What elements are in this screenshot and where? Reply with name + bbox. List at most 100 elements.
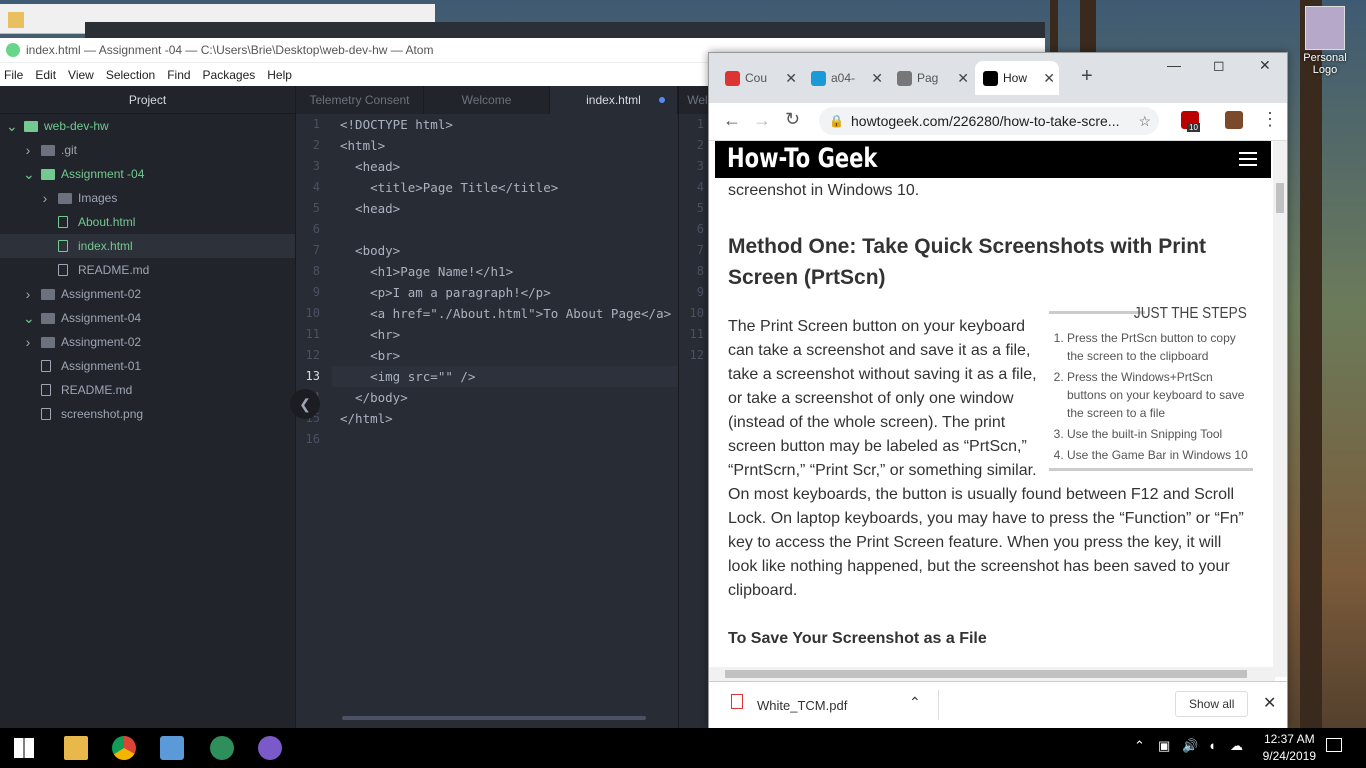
notification-icon[interactable] <box>1326 738 1342 752</box>
tab-index-html[interactable]: index.html <box>550 86 678 114</box>
chevron-up-tray-icon[interactable]: ⌃ <box>1134 738 1145 754</box>
close-tab-icon[interactable]: ✕ <box>957 61 969 95</box>
menu-item-file[interactable]: File <box>0 68 31 82</box>
tree-item[interactable]: › Assignment-02 <box>0 282 295 306</box>
image-icon <box>41 408 51 420</box>
vertical-scrollbar[interactable] <box>1273 141 1287 677</box>
line-number: 6 <box>312 222 320 236</box>
tree-item[interactable]: Assignment-01 <box>0 354 295 378</box>
browser-tab[interactable]: a04- ✕ <box>803 61 887 95</box>
close-tab-icon[interactable]: ✕ <box>785 61 797 95</box>
browser-tab[interactable]: Pag ✕ <box>889 61 973 95</box>
tree-item[interactable]: ⌄ Assignment -04 <box>0 162 295 186</box>
forward-icon[interactable]: → <box>753 110 771 131</box>
site-logo[interactable]: How-To Geek <box>727 143 877 174</box>
tree-item[interactable]: index.html <box>0 234 295 258</box>
chevron-right-icon: › <box>25 286 31 302</box>
code-line[interactable]: <br> <box>340 345 676 366</box>
close-tab-icon[interactable]: ✕ <box>1043 61 1055 95</box>
step-item: Press the PrtScn button to copy the scre… <box>1067 329 1253 365</box>
code-line[interactable]: <html> <box>340 135 676 156</box>
network-icon[interactable]: ▣ <box>1158 738 1170 754</box>
tree-item[interactable]: ⌄ web-dev-hw <box>0 114 295 138</box>
menu-item-find[interactable]: Find <box>163 68 198 82</box>
browser-tab[interactable]: How ✕ <box>975 61 1059 95</box>
line-number: 16 <box>305 432 320 446</box>
chevron-right-icon: › <box>42 190 48 206</box>
tree-item[interactable]: About.html <box>0 210 295 234</box>
close-tab-icon[interactable]: ✕ <box>871 61 883 95</box>
folder-icon <box>8 12 24 28</box>
folder-icon <box>41 169 55 180</box>
browser-tab[interactable]: Cou ✕ <box>717 61 801 95</box>
tree-item[interactable]: › Images <box>0 186 295 210</box>
address-bar[interactable]: 🔒 howtogeek.com/226280/how-to-take-scre.… <box>819 107 1159 135</box>
tab-telemetry-consent[interactable]: Telemetry Consent <box>296 86 424 114</box>
code-line[interactable]: <img src="" /> <box>340 366 676 387</box>
bookmark-star-icon[interactable]: ☆ <box>1138 107 1151 135</box>
code-line[interactable]: </html> <box>340 408 676 429</box>
maximize-icon[interactable]: ◻ <box>1213 57 1225 74</box>
wifi-icon[interactable]: ◖ <box>1208 738 1216 753</box>
code-line[interactable]: <hr> <box>340 324 676 345</box>
clock[interactable]: 12:37 AM 9/24/2019 <box>1263 731 1316 765</box>
profile-avatar[interactable] <box>1225 111 1243 129</box>
atom-taskbar-icon[interactable] <box>210 736 234 760</box>
menu-kebab-icon[interactable]: ⋮ <box>1261 109 1279 130</box>
code-line[interactable]: <title>Page Title</title> <box>340 177 676 198</box>
hscroll-thumb[interactable] <box>725 670 1247 678</box>
hamburger-menu-icon[interactable] <box>1239 152 1257 166</box>
page-horizontal-scrollbar[interactable] <box>709 667 1275 681</box>
start-windows-icon[interactable] <box>14 738 34 758</box>
close-window-icon[interactable]: ✕ <box>1259 57 1271 74</box>
chrome-icon[interactable] <box>112 736 136 760</box>
code-line[interactable]: </body> <box>340 387 676 408</box>
code-line[interactable] <box>340 219 676 240</box>
tree-item[interactable]: README.md <box>0 258 295 282</box>
menu-item-packages[interactable]: Packages <box>199 68 264 82</box>
chevron-up-icon[interactable]: ⌃ <box>909 694 921 711</box>
file-icon <box>58 216 68 228</box>
extension-badge: 10 <box>1187 123 1200 132</box>
horizontal-scrollbar[interactable] <box>342 716 646 720</box>
tree-item-label: Images <box>78 191 118 205</box>
back-icon[interactable]: ← <box>723 110 741 131</box>
tab-welcome[interactable]: Welcome <box>424 86 550 114</box>
tree-item[interactable]: › Assingment-02 <box>0 330 295 354</box>
code-line[interactable] <box>340 429 676 450</box>
volume-icon[interactable]: 🔊 <box>1182 738 1198 754</box>
download-filename[interactable]: White_TCM.pdf <box>757 698 847 713</box>
scroll-thumb[interactable] <box>1276 183 1284 213</box>
minimize-icon[interactable]: — <box>1167 57 1181 73</box>
code-editor[interactable]: <!DOCTYPE html> <html> <head> <title>Page… <box>340 114 676 450</box>
onedrive-icon[interactable]: ☁ <box>1230 738 1243 754</box>
menu-item-edit[interactable]: Edit <box>31 68 64 82</box>
menu-item-help[interactable]: Help <box>263 68 300 82</box>
code-line[interactable]: <h1>Page Name!</h1> <box>340 261 676 282</box>
menu-item-view[interactable]: View <box>64 68 102 82</box>
collapse-tree-icon[interactable]: ❮ <box>290 389 320 419</box>
new-tab-icon[interactable]: + <box>1081 65 1093 88</box>
line-number: 2 <box>696 138 704 152</box>
file-explorer-icon[interactable] <box>64 736 88 760</box>
tree-item[interactable]: ⌄ Assignment-04 <box>0 306 295 330</box>
code-line[interactable]: <!DOCTYPE html> <box>340 114 676 135</box>
desktop-icon-personal-logo[interactable]: Personal Logo <box>1294 6 1356 76</box>
code-line[interactable]: <head> <box>340 156 676 177</box>
app-icon[interactable] <box>160 736 184 760</box>
line-number: 8 <box>312 264 320 278</box>
tree-item[interactable]: › .git <box>0 138 295 162</box>
tree-item[interactable]: screenshot.png <box>0 402 295 426</box>
code-line[interactable]: <head> <box>340 198 676 219</box>
tree-item[interactable]: README.md <box>0 378 295 402</box>
reload-icon[interactable]: ↻ <box>785 109 800 130</box>
close-download-bar-icon[interactable]: ✕ <box>1263 693 1276 713</box>
show-all-button[interactable]: Show all <box>1175 691 1249 717</box>
code-line[interactable]: <a href="./About.html">To About Page</a> <box>340 303 676 324</box>
book-icon <box>41 384 51 396</box>
code-line[interactable]: <body> <box>340 240 676 261</box>
menu-item-selection[interactable]: Selection <box>102 68 163 82</box>
window-title: index.html — Assignment -04 — C:\Users\B… <box>26 43 434 57</box>
code-line[interactable]: <p>I am a paragraph!</p> <box>340 282 676 303</box>
github-desktop-icon[interactable] <box>258 736 282 760</box>
